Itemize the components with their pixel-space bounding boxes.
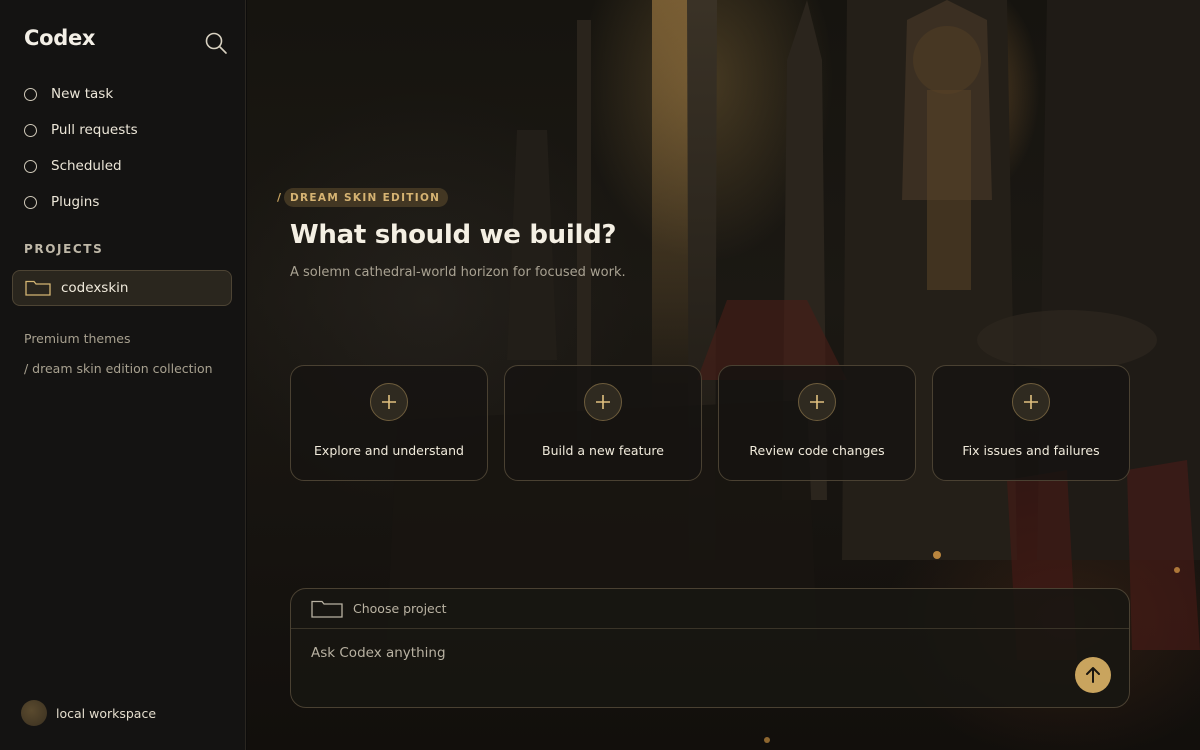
send-button[interactable] [1075,657,1111,693]
plus-icon [370,383,408,421]
project-item-codexskin[interactable]: codexskin [12,270,232,306]
review-changes-card[interactable]: Review code changes [718,365,916,481]
workspace-switcher[interactable]: local workspace [21,700,156,726]
card-label: Review code changes [749,443,885,458]
suggestion-cards: Explore and understand Build a new featu… [290,365,1130,481]
card-label: Fix issues and failures [962,443,1100,458]
sidebar-item-label: Pull requests [51,122,138,138]
sidebar-item-label: Plugins [51,194,100,210]
search-icon [205,32,227,54]
fix-issues-card[interactable]: Fix issues and failures [932,365,1130,481]
folder-icon [311,600,343,618]
plus-icon [1012,383,1050,421]
circle-icon [24,159,37,173]
build-feature-card[interactable]: Build a new feature [504,365,702,481]
arrow-up-icon [1086,667,1100,683]
app-title: Codex [24,26,96,50]
page-subtitle: A solemn cathedral-world horizon for foc… [290,265,626,280]
page-title: What should we build? [290,220,617,250]
workspace-label: local workspace [56,705,157,721]
choose-project-label: Choose project [353,601,447,616]
sidebar: Codex New task Pull requests Scheduled P… [0,0,246,750]
plus-icon [798,383,836,421]
card-label: Explore and understand [314,443,464,458]
collection-link[interactable]: / dream skin edition collection [24,361,213,376]
circle-icon [24,195,37,209]
premium-themes-link[interactable]: Premium themes [24,331,131,346]
sidebar-item-new-task[interactable]: New task [24,76,138,112]
projects-heading: PROJECTS [24,242,104,256]
choose-project-button[interactable]: Choose project [291,589,1129,629]
eyebrow-slash: / [277,190,282,204]
circle-icon [24,87,37,101]
sidebar-item-scheduled[interactable]: Scheduled [24,148,138,184]
search-button[interactable] [203,30,229,56]
edition-badge: DREAM SKIN EDITION [284,187,449,207]
composer: Choose project [290,588,1130,708]
project-label: codexskin [61,280,129,296]
circle-icon [24,123,37,137]
plus-icon [584,383,622,421]
card-label: Build a new feature [542,443,664,458]
edition-eyebrow: / DREAM SKIN EDITION [277,185,449,209]
sidebar-nav: New task Pull requests Scheduled Plugins [24,76,138,220]
sidebar-item-label: Scheduled [51,158,122,174]
prompt-input[interactable] [311,641,1051,665]
sidebar-item-plugins[interactable]: Plugins [24,184,138,220]
sidebar-item-pull-requests[interactable]: Pull requests [24,112,138,148]
sidebar-item-label: New task [51,86,114,102]
folder-icon [25,280,51,296]
main-area: / DREAM SKIN EDITION What should we buil… [247,0,1200,750]
explore-card[interactable]: Explore and understand [290,365,488,481]
avatar [21,700,47,726]
